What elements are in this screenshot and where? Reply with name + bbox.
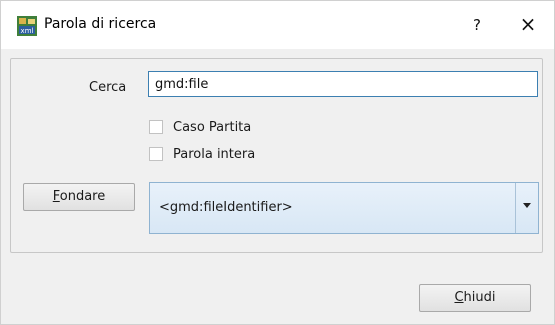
window-title: Parola di ricerca bbox=[44, 16, 157, 32]
search-label: Cerca bbox=[89, 80, 127, 95]
dropdown-separator bbox=[515, 183, 516, 233]
title-bar: xml Parola di ricerca ? × bbox=[1, 1, 554, 49]
whole-word-option[interactable]: Parola intera bbox=[149, 145, 255, 163]
chevron-down-icon[interactable] bbox=[523, 203, 531, 208]
close-button[interactable]: Chiudi bbox=[419, 284, 531, 312]
match-case-label: Caso Partita bbox=[173, 119, 252, 135]
close-mnemonic: C bbox=[454, 290, 464, 305]
results-selected-value: <gmd:fileIdentifier> bbox=[159, 200, 293, 215]
svg-text:xml: xml bbox=[21, 27, 34, 35]
help-button[interactable]: ? bbox=[463, 13, 491, 37]
find-button[interactable]: Fondare bbox=[23, 183, 135, 211]
find-mnemonic: F bbox=[52, 189, 60, 204]
match-case-checkbox[interactable] bbox=[149, 120, 163, 134]
search-input[interactable] bbox=[148, 71, 538, 97]
results-dropdown[interactable]: <gmd:fileIdentifier> bbox=[149, 182, 539, 234]
find-label: ondare bbox=[59, 189, 106, 204]
xml-tree-icon: xml bbox=[17, 16, 37, 36]
whole-word-label: Parola intera bbox=[173, 146, 256, 162]
whole-word-checkbox[interactable] bbox=[149, 147, 163, 161]
close-icon[interactable]: × bbox=[513, 11, 543, 37]
search-dialog: xml Parola di ricerca ? × Cerca Caso Par… bbox=[0, 0, 555, 325]
close-label: hiudi bbox=[463, 290, 496, 305]
match-case-option[interactable]: Caso Partita bbox=[149, 118, 251, 136]
